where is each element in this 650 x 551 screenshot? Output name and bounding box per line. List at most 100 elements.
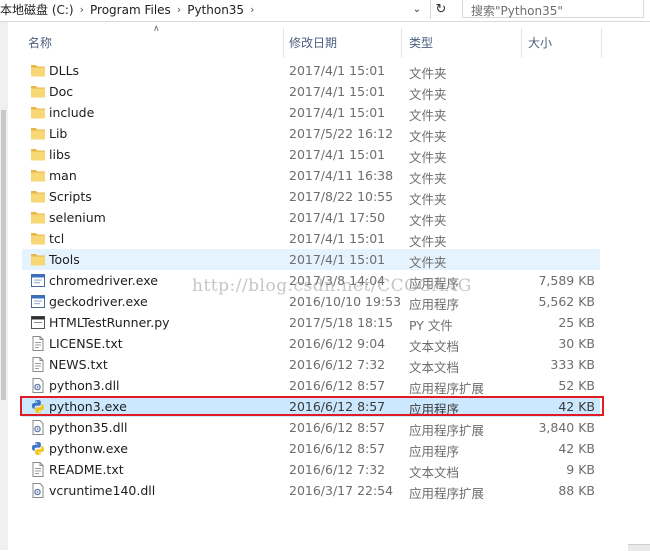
file-row[interactable]: python35.dll 2016/6/12 8:57 应用程序扩展 3,840 KB [22, 417, 600, 438]
breadcrumb-program-files[interactable]: Program Files [90, 3, 171, 17]
file-type: 应用程序 [409, 402, 460, 417]
column-header-row: ∧ 名称 修改日期 类型 大小 [8, 22, 650, 62]
file-size: 5,562 KB [538, 294, 595, 309]
text-file-icon [30, 357, 46, 372]
file-row[interactable]: python3.exe 2016/6/12 8:57 应用程序 42 KB [22, 396, 600, 417]
file-name: man [49, 168, 77, 183]
file-name: python3.dll [49, 378, 120, 393]
file-date: 2017/4/1 15:01 [289, 105, 386, 120]
file-date: 2017/4/1 15:01 [289, 231, 386, 246]
file-row[interactable]: libs 2017/4/1 15:01 文件夹 [22, 144, 600, 165]
file-name: libs [49, 147, 71, 162]
scrollbar-thumb[interactable] [1, 110, 6, 400]
file-date: 2017/4/1 15:01 [289, 252, 386, 267]
file-name: include [49, 105, 95, 120]
column-name[interactable]: 名称 [28, 34, 52, 51]
file-size: 30 KB [558, 336, 595, 351]
dll-icon [30, 378, 46, 393]
file-date: 2016/6/12 8:57 [289, 420, 386, 435]
file-type: 文本文档 [409, 360, 460, 375]
file-date: 2017/4/1 15:01 [289, 84, 386, 99]
breadcrumb-separator-icon[interactable]: › [80, 3, 84, 16]
file-row[interactable]: tcl 2017/4/1 15:01 文件夹 [22, 228, 600, 249]
dll-icon [30, 483, 46, 498]
python-exe-icon [30, 399, 46, 414]
file-name: Lib [49, 126, 68, 141]
dll-icon [30, 420, 46, 435]
chevron-down-icon: ⌄ [412, 4, 422, 15]
file-type: 文件夹 [409, 213, 447, 228]
exe-icon [30, 273, 46, 288]
folder-icon [30, 168, 46, 183]
file-row[interactable]: LICENSE.txt 2016/6/12 9:04 文本文档 30 KB [22, 333, 600, 354]
file-row[interactable]: Doc 2017/4/1 15:01 文件夹 [22, 81, 600, 102]
file-row[interactable]: README.txt 2016/6/12 7:32 文本文档 9 KB [22, 459, 600, 480]
file-type: 文件夹 [409, 150, 447, 165]
file-row[interactable]: NEWS.txt 2016/6/12 7:32 文本文档 333 KB [22, 354, 600, 375]
file-row[interactable]: Scripts 2017/8/22 10:55 文件夹 [22, 186, 600, 207]
file-size: 333 KB [550, 357, 595, 372]
file-date: 2016/3/17 22:54 [289, 483, 394, 498]
address-dropdown-button[interactable]: ⌄ [408, 0, 426, 19]
search-input[interactable]: 搜索"Python35" [462, 0, 644, 18]
file-name: geckodriver.exe [49, 294, 148, 309]
file-type: 应用程序 [409, 297, 460, 312]
file-row[interactable]: Tools 2017/4/1 15:01 文件夹 [22, 249, 600, 270]
folder-icon [30, 126, 46, 141]
file-date: 2016/6/12 8:57 [289, 378, 386, 393]
file-type: 文件夹 [409, 87, 447, 102]
breadcrumb-separator-icon[interactable]: › [177, 3, 181, 16]
column-date[interactable]: 修改日期 [289, 34, 337, 51]
file-type: 文本文档 [409, 465, 460, 480]
column-divider[interactable] [601, 28, 602, 58]
text-file-icon [30, 336, 46, 351]
file-date: 2017/5/18 18:15 [289, 315, 394, 330]
column-divider[interactable] [283, 28, 284, 58]
file-name: DLLs [49, 63, 80, 78]
file-row[interactable]: vcruntime140.dll 2016/3/17 22:54 应用程序扩展 88 … [22, 480, 600, 501]
column-type[interactable]: 类型 [409, 34, 433, 51]
refresh-icon: ↻ [435, 2, 447, 17]
column-divider[interactable] [521, 28, 522, 58]
file-name: selenium [49, 210, 106, 225]
file-row[interactable]: man 2017/4/11 16:38 文件夹 [22, 165, 600, 186]
file-date: 2016/6/12 8:57 [289, 399, 386, 414]
file-type: 应用程序扩展 [409, 423, 485, 438]
breadcrumb-drive[interactable]: 本地磁盘 (C:) [0, 1, 74, 18]
folder-icon [30, 105, 46, 120]
file-type: 文件夹 [409, 108, 447, 123]
address-bar: 本地磁盘 (C:) › Program Files › Python35 › ⌄… [0, 0, 650, 22]
file-row[interactable]: selenium 2017/4/1 17:50 文件夹 [22, 207, 600, 228]
breadcrumb-separator-icon[interactable]: › [250, 3, 254, 16]
file-name: vcruntime140.dll [49, 483, 156, 498]
folder-icon [30, 63, 46, 78]
breadcrumb-python35[interactable]: Python35 [187, 3, 244, 17]
refresh-button[interactable]: ↻ [430, 0, 451, 19]
file-size: 42 KB [558, 399, 595, 414]
navigation-pane-scrollbar[interactable] [0, 22, 8, 550]
file-date: 2016/10/10 19:53 [289, 294, 402, 309]
column-size[interactable]: 大小 [528, 34, 552, 51]
file-type: 应用程序 [409, 444, 460, 459]
search-placeholder: 搜索"Python35" [471, 4, 563, 18]
file-row[interactable]: python3.dll 2016/6/12 8:57 应用程序扩展 52 KB [22, 375, 600, 396]
file-row[interactable]: pythonw.exe 2016/6/12 8:57 应用程序 42 KB [22, 438, 600, 459]
python-exe-icon [30, 441, 46, 456]
file-name: LICENSE.txt [49, 336, 123, 351]
folder-icon [30, 210, 46, 225]
py-file-icon [30, 315, 46, 330]
folder-icon [30, 189, 46, 204]
file-name: HTMLTestRunner.py [49, 315, 170, 330]
breadcrumb: 本地磁盘 (C:) › Program Files › Python35 › [0, 0, 260, 19]
file-name: python35.dll [49, 420, 128, 435]
file-type: 文件夹 [409, 234, 447, 249]
column-divider[interactable] [401, 28, 402, 58]
file-row[interactable]: DLLs 2017/4/1 15:01 文件夹 [22, 60, 600, 81]
file-row[interactable]: Lib 2017/5/22 16:12 文件夹 [22, 123, 600, 144]
file-type: 文本文档 [409, 339, 460, 354]
file-row[interactable]: HTMLTestRunner.py 2017/5/18 18:15 PY 文件 25 … [22, 312, 600, 333]
file-row[interactable]: include 2017/4/1 15:01 文件夹 [22, 102, 600, 123]
file-size: 42 KB [558, 441, 595, 456]
file-date: 2017/4/1 17:50 [289, 210, 386, 225]
file-date: 2017/4/11 16:38 [289, 168, 394, 183]
